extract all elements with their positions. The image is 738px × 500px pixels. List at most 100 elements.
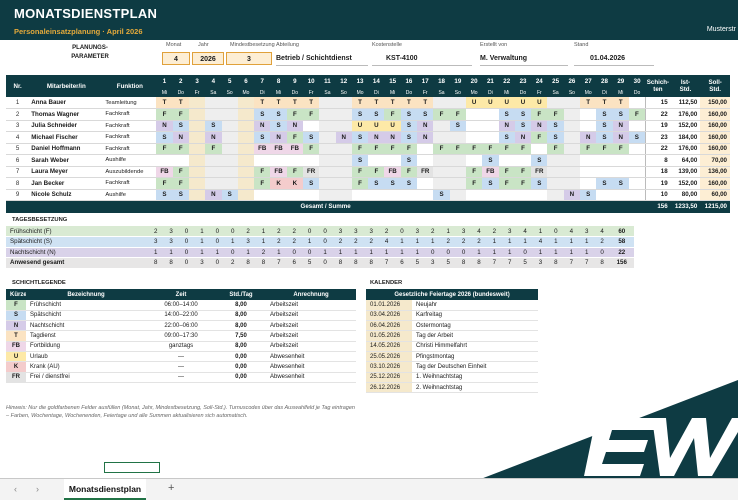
shift-cell[interactable] — [498, 189, 515, 201]
shift-cell[interactable]: S — [596, 131, 613, 144]
shift-cell[interactable]: F — [596, 143, 613, 155]
shift-cell[interactable]: S — [368, 108, 385, 121]
shift-cell[interactable]: F — [384, 143, 401, 155]
prev-sheet-icon[interactable]: ‹ — [14, 484, 17, 494]
shift-cell[interactable] — [531, 143, 548, 155]
shift-cell[interactable] — [221, 166, 238, 178]
shift-cell[interactable]: S — [531, 177, 548, 190]
shift-cell[interactable]: T — [286, 97, 303, 109]
shift-cell[interactable] — [596, 166, 613, 178]
shift-cell[interactable] — [221, 108, 238, 121]
next-sheet-icon[interactable]: › — [36, 484, 39, 494]
shift-cell[interactable]: S — [368, 177, 385, 190]
shift-cell[interactable]: F — [449, 108, 466, 121]
shift-cell[interactable]: N — [384, 131, 401, 144]
shift-cell[interactable]: N — [286, 120, 303, 132]
shift-cell[interactable] — [335, 166, 352, 178]
shift-cell[interactable] — [531, 189, 548, 201]
shift-cell[interactable] — [319, 97, 336, 109]
shift-cell[interactable]: S — [270, 108, 287, 121]
shift-cell[interactable] — [335, 189, 352, 201]
shift-cell[interactable] — [188, 108, 206, 121]
shift-cell[interactable]: U — [384, 120, 401, 132]
shift-cell[interactable]: S — [628, 131, 646, 144]
shift-cell[interactable]: S — [482, 154, 499, 167]
shift-cell[interactable]: U — [514, 97, 532, 109]
shift-cell[interactable]: F — [254, 177, 271, 190]
shift-cell[interactable]: K — [270, 177, 287, 190]
shift-cell[interactable] — [286, 154, 303, 167]
shift-cell[interactable] — [205, 108, 222, 121]
target-hours-input[interactable]: 150,00 — [700, 97, 730, 109]
shift-cell[interactable]: F — [351, 143, 369, 155]
shift-cell[interactable]: F — [351, 177, 369, 190]
shift-cell[interactable] — [188, 166, 206, 178]
shift-cell[interactable]: F — [628, 108, 646, 121]
shift-cell[interactable]: S — [580, 189, 597, 201]
shift-cell[interactable] — [417, 143, 434, 155]
shift-cell[interactable]: S — [156, 131, 173, 144]
shift-cell[interactable]: S — [596, 177, 613, 190]
shift-cell[interactable]: T — [384, 97, 401, 109]
shift-cell[interactable]: U — [482, 97, 499, 109]
shift-cell[interactable]: F — [286, 108, 303, 121]
shift-cell[interactable]: N — [514, 131, 532, 144]
shift-cell[interactable] — [628, 189, 646, 201]
shift-cell[interactable]: T — [270, 97, 287, 109]
shift-cell[interactable]: F — [172, 177, 189, 190]
shift-cell[interactable] — [433, 177, 450, 190]
shift-cell[interactable]: FR — [417, 166, 434, 178]
shift-cell[interactable]: N — [498, 120, 515, 132]
shift-cell[interactable] — [628, 166, 646, 178]
target-hours-input[interactable]: 136,00 — [700, 166, 730, 178]
shift-cell[interactable]: F — [465, 143, 483, 155]
shift-cell[interactable]: S — [612, 177, 629, 190]
shift-cell[interactable] — [188, 131, 206, 144]
shift-cell[interactable]: S — [596, 120, 613, 132]
shift-cell[interactable]: S — [351, 154, 369, 167]
shift-cell[interactable] — [286, 189, 303, 201]
shift-cell[interactable] — [580, 120, 597, 132]
shift-cell[interactable]: T — [400, 97, 418, 109]
shift-cell[interactable]: F — [547, 143, 564, 155]
shift-cell[interactable]: F — [351, 166, 369, 178]
shift-cell[interactable]: F — [580, 143, 597, 155]
shift-cell[interactable]: F — [254, 166, 271, 178]
shift-cell[interactable]: S — [172, 189, 189, 201]
shift-cell[interactable]: FR — [303, 166, 320, 178]
shift-cell[interactable]: F — [531, 108, 548, 121]
shift-cell[interactable] — [270, 189, 287, 201]
shift-cell[interactable]: F — [482, 143, 499, 155]
shift-cell[interactable] — [368, 189, 385, 201]
shift-cell[interactable] — [319, 143, 336, 155]
shift-cell[interactable]: F — [156, 108, 173, 121]
target-hours-input[interactable]: 60,00 — [700, 189, 730, 201]
shift-cell[interactable]: S — [303, 131, 320, 144]
shift-cell[interactable]: S — [303, 177, 320, 190]
shift-cell[interactable]: FB — [254, 143, 271, 155]
shift-cell[interactable]: S — [205, 120, 222, 132]
year-input[interactable]: 2026 — [192, 52, 224, 65]
shift-cell[interactable] — [563, 166, 581, 178]
shift-cell[interactable]: F — [514, 177, 532, 190]
shift-cell[interactable]: F — [465, 166, 483, 178]
shift-cell[interactable]: S — [449, 120, 466, 132]
shift-cell[interactable] — [417, 189, 434, 201]
shift-cell[interactable]: S — [384, 177, 401, 190]
shift-cell[interactable] — [188, 177, 206, 190]
shift-cell[interactable]: U — [531, 97, 548, 109]
shift-cell[interactable]: T — [351, 97, 369, 109]
shift-cell[interactable]: FB — [384, 166, 401, 178]
shift-cell[interactable] — [254, 154, 271, 167]
shift-cell[interactable] — [563, 108, 581, 121]
shift-cell[interactable] — [547, 97, 564, 109]
shift-cell[interactable] — [319, 166, 336, 178]
shift-cell[interactable] — [547, 189, 564, 201]
shift-cell[interactable]: S — [400, 154, 418, 167]
shift-cell[interactable] — [417, 154, 434, 167]
target-hours-input[interactable]: 70,00 — [700, 154, 730, 167]
shift-cell[interactable]: N — [205, 131, 222, 144]
shift-cell[interactable] — [188, 189, 206, 201]
shift-cell[interactable]: F — [498, 143, 515, 155]
shift-cell[interactable]: F — [498, 177, 515, 190]
